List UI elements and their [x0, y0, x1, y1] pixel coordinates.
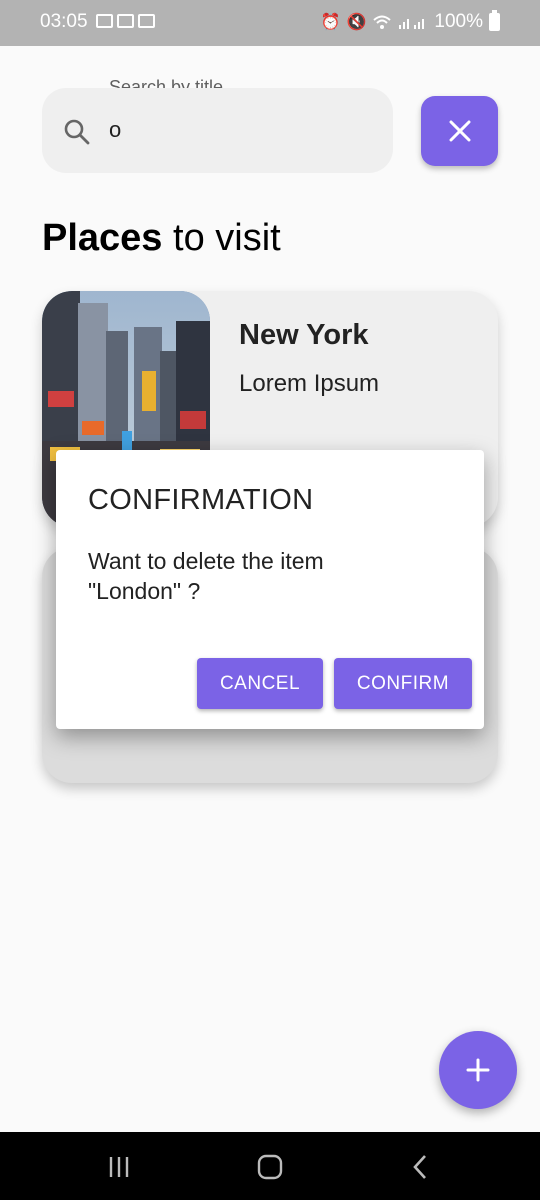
recent-apps-icon — [109, 1157, 129, 1177]
back-button[interactable] — [400, 1152, 440, 1182]
voicemail-icon — [117, 14, 134, 28]
home-icon — [257, 1154, 283, 1180]
dialog-title: CONFIRMATION — [88, 484, 314, 516]
image-icon — [138, 14, 155, 28]
place-subtitle: Lorem Ipsum — [239, 370, 380, 397]
status-right: ⏰ 🔇 100% — [320, 10, 500, 33]
confirm-button[interactable]: CONFIRM — [334, 658, 472, 709]
back-icon — [413, 1155, 426, 1179]
close-icon — [449, 120, 470, 142]
battery-percent: 100% — [434, 11, 483, 32]
notification-icons — [96, 14, 155, 28]
navigation-bar — [0, 1132, 540, 1200]
confirmation-dialog: CONFIRMATION Want to delete the item "Lo… — [56, 450, 484, 729]
status-bar: 03:05 ⏰ 🔇 100% — [0, 0, 540, 46]
recent-apps-button[interactable] — [99, 1152, 139, 1182]
status-time: 03:05 — [40, 11, 88, 32]
cancel-button[interactable]: CANCEL — [197, 658, 323, 709]
alarm-icon: ⏰ — [320, 14, 341, 31]
signal-icon — [399, 19, 425, 29]
page-title-bold: Places — [42, 217, 163, 259]
place-title: New York — [239, 319, 369, 351]
page-title-rest: to visit — [162, 217, 281, 259]
home-button[interactable] — [250, 1152, 290, 1182]
plus-icon — [466, 1058, 490, 1082]
battery-icon — [489, 10, 500, 31]
mute-icon: 🔇 — [346, 14, 367, 31]
add-place-button[interactable] — [439, 1031, 517, 1109]
page-title: Places to visit — [42, 217, 281, 260]
search-input[interactable] — [42, 88, 393, 173]
dialog-message: Want to delete the item "London" ? — [88, 548, 324, 604]
wifi-icon — [373, 15, 392, 29]
clear-search-button[interactable] — [421, 96, 498, 166]
search-icon — [64, 119, 90, 145]
search-value[interactable]: o — [109, 117, 121, 143]
voicemail-icon — [96, 14, 113, 28]
